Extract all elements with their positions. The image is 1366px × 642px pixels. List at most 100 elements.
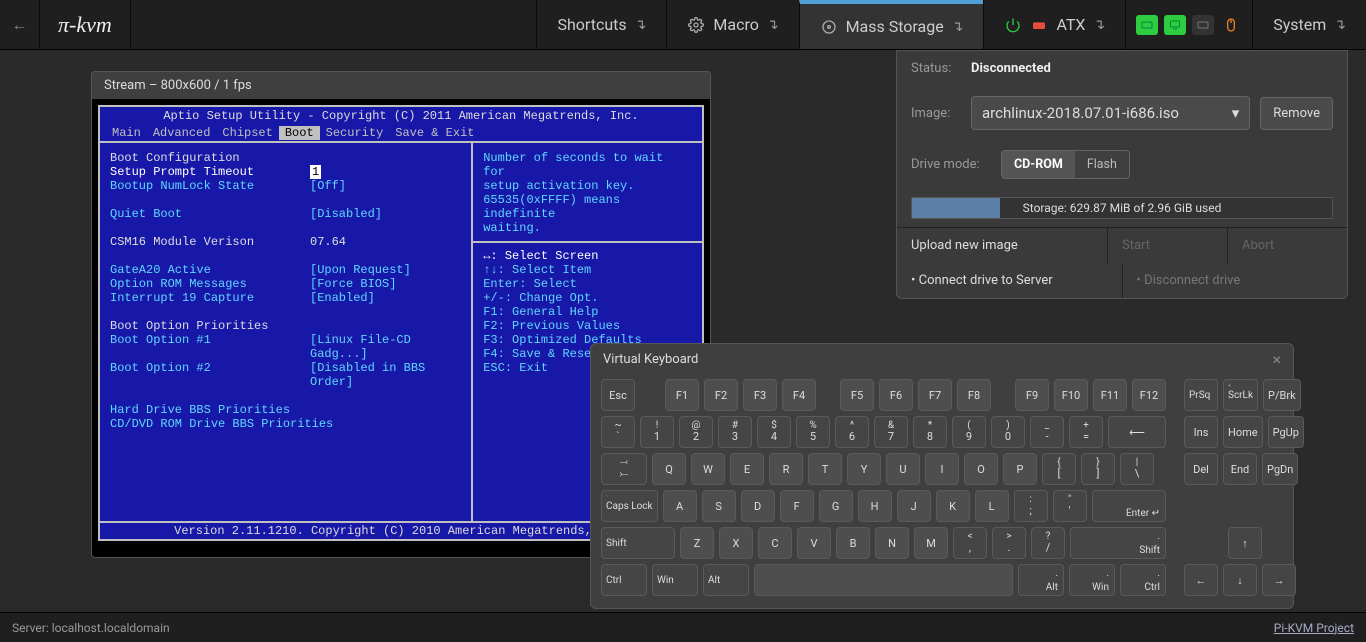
start-button[interactable]: Start bbox=[1108, 228, 1228, 263]
key-bracket[interactable]: {[ bbox=[1042, 453, 1076, 485]
key-f2[interactable]: F2 bbox=[704, 379, 738, 411]
key-ctrl[interactable]: ·Ctrl bbox=[601, 564, 647, 596]
bios-field-value[interactable]: 1 bbox=[310, 165, 321, 179]
key-pgdn[interactable]: PgDn bbox=[1262, 453, 1298, 485]
key-0[interactable]: )0 bbox=[991, 416, 1025, 448]
key-8[interactable]: *8 bbox=[913, 416, 947, 448]
key-w[interactable]: W bbox=[691, 453, 725, 485]
key-end[interactable]: End bbox=[1223, 453, 1257, 485]
key-pause[interactable]: P/Brk bbox=[1263, 379, 1301, 411]
key-down[interactable]: ↓ bbox=[1223, 564, 1257, 596]
key-esc[interactable]: Esc bbox=[601, 379, 635, 411]
key-t[interactable]: T bbox=[808, 453, 842, 485]
key-s[interactable]: S bbox=[702, 490, 736, 522]
bios-field-value[interactable]: [Disabled in BBS Order] bbox=[310, 361, 461, 389]
nav-macro[interactable]: Macro↴ bbox=[666, 0, 798, 49]
bios-field-label[interactable]: Setup Prompt Timeout bbox=[110, 165, 310, 179]
bios-field-value[interactable]: [Disabled] bbox=[310, 207, 382, 221]
key-f8[interactable]: F8 bbox=[957, 379, 991, 411]
drive-mode-toggle[interactable]: CD-ROM Flash bbox=[1001, 150, 1130, 179]
bios-tab-security[interactable]: Security bbox=[320, 126, 390, 140]
key-k[interactable]: K bbox=[936, 490, 970, 522]
key-right[interactable]: → bbox=[1262, 564, 1296, 596]
key-enter[interactable]: Enter ↵ bbox=[1092, 490, 1166, 522]
disconnect-drive-button[interactable]: • Disconnect drive bbox=[1123, 263, 1348, 298]
key-punct[interactable]: "' bbox=[1053, 490, 1087, 522]
key-f4[interactable]: F4 bbox=[782, 379, 816, 411]
key-bracket[interactable]: |\ bbox=[1120, 453, 1154, 485]
key-f9[interactable]: F9 bbox=[1015, 379, 1049, 411]
key-up[interactable]: ↑ bbox=[1228, 527, 1262, 559]
bios-field-value[interactable]: [Linux File-CD Gadg...] bbox=[310, 333, 461, 361]
key-win[interactable]: ·Win bbox=[652, 564, 698, 596]
key-f3[interactable]: F3 bbox=[743, 379, 777, 411]
key--[interactable]: _- bbox=[1030, 416, 1064, 448]
bios-field-label[interactable]: Boot Option #1 bbox=[110, 333, 310, 361]
key-home[interactable]: Home bbox=[1223, 416, 1263, 448]
key-`[interactable]: ~` bbox=[601, 416, 635, 448]
key-=[interactable]: += bbox=[1069, 416, 1103, 448]
key-x[interactable]: X bbox=[719, 527, 753, 559]
key-bracket[interactable]: }] bbox=[1081, 453, 1115, 485]
key-ralt[interactable]: ·Alt bbox=[1018, 564, 1064, 596]
key-h[interactable]: H bbox=[858, 490, 892, 522]
key-3[interactable]: #3 bbox=[718, 416, 752, 448]
key-n[interactable]: N bbox=[875, 527, 909, 559]
bios-field-label[interactable]: Bootup NumLock State bbox=[110, 179, 310, 193]
bios-submenu[interactable]: CD/DVD ROM Drive BBS Priorities bbox=[110, 417, 461, 431]
key-punct[interactable]: >. bbox=[992, 527, 1026, 559]
bios-submenu[interactable]: Hard Drive BBS Priorities bbox=[110, 403, 461, 417]
key-j[interactable]: J bbox=[897, 490, 931, 522]
key-tab[interactable]: ⤙⤚ bbox=[601, 453, 647, 485]
key-m[interactable]: M bbox=[914, 527, 948, 559]
key-6[interactable]: ^6 bbox=[835, 416, 869, 448]
key-f10[interactable]: F10 bbox=[1054, 379, 1088, 411]
key-left[interactable]: ← bbox=[1184, 564, 1218, 596]
upload-image-button[interactable]: Upload new image bbox=[897, 228, 1108, 263]
bios-field-value[interactable]: [Off] bbox=[310, 179, 346, 193]
key-punct[interactable]: <, bbox=[953, 527, 987, 559]
key-1[interactable]: !1 bbox=[640, 416, 674, 448]
key-9[interactable]: (9 bbox=[952, 416, 986, 448]
key-f12[interactable]: F12 bbox=[1132, 379, 1166, 411]
key-rshift[interactable]: ·Shift bbox=[1070, 527, 1166, 559]
key-7[interactable]: &7 bbox=[874, 416, 908, 448]
key-punct[interactable]: ?/ bbox=[1031, 527, 1065, 559]
key-b[interactable]: B bbox=[836, 527, 870, 559]
key-p[interactable]: P bbox=[1003, 453, 1037, 485]
connect-drive-button[interactable]: • Connect drive to Server bbox=[897, 263, 1123, 298]
bios-field-label[interactable]: Boot Option #2 bbox=[110, 361, 310, 389]
bios-field-value[interactable]: [Upon Request] bbox=[310, 263, 411, 277]
key-l[interactable]: L bbox=[975, 490, 1009, 522]
remove-button[interactable]: Remove bbox=[1260, 97, 1333, 130]
bios-tab-boot[interactable]: Boot bbox=[279, 126, 320, 140]
bios-menu[interactable]: Main Advanced Chipset Boot Security Save… bbox=[100, 125, 702, 141]
bios-tab-main[interactable]: Main bbox=[106, 126, 147, 140]
key-i[interactable]: I bbox=[925, 453, 959, 485]
key-ins[interactable]: Ins bbox=[1184, 416, 1218, 448]
key-rctrl[interactable]: ·Ctrl bbox=[1120, 564, 1166, 596]
key-e[interactable]: E bbox=[730, 453, 764, 485]
key-c[interactable]: C bbox=[758, 527, 792, 559]
bios-field-label[interactable]: Quiet Boot bbox=[110, 207, 310, 221]
key-z[interactable]: Z bbox=[680, 527, 714, 559]
key-v[interactable]: V bbox=[797, 527, 831, 559]
key-pgup[interactable]: PgUp bbox=[1268, 416, 1304, 448]
key-alt[interactable]: ·Alt bbox=[703, 564, 749, 596]
key-backspace[interactable]: ⟵ bbox=[1108, 416, 1166, 448]
key-capslock[interactable]: ·Caps Lock bbox=[601, 490, 658, 522]
key-f5[interactable]: F5 bbox=[840, 379, 874, 411]
nav-system[interactable]: System↴ bbox=[1252, 0, 1366, 49]
key-f[interactable]: F bbox=[780, 490, 814, 522]
nav-back-button[interactable]: ← bbox=[0, 0, 40, 49]
project-link[interactable]: Pi-KVM Project bbox=[1274, 621, 1354, 635]
key-a[interactable]: A bbox=[663, 490, 697, 522]
key-f6[interactable]: F6 bbox=[879, 379, 913, 411]
key-lshift[interactable]: ·Shift bbox=[601, 527, 675, 559]
bios-field-label[interactable]: Interrupt 19 Capture bbox=[110, 291, 310, 305]
key-5[interactable]: %5 bbox=[796, 416, 830, 448]
image-select[interactable]: archlinux-2018.07.01-i686.iso ▾ bbox=[971, 96, 1250, 130]
bios-field-value[interactable]: [Force BIOS] bbox=[310, 277, 396, 291]
key-4[interactable]: $4 bbox=[757, 416, 791, 448]
key-space[interactable] bbox=[754, 564, 1013, 596]
